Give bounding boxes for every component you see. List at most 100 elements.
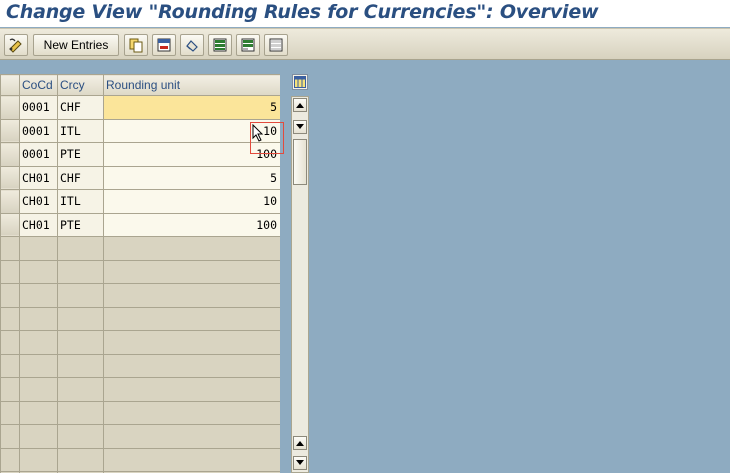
empty-row — [0, 353, 280, 378]
row-selector[interactable] — [0, 212, 20, 237]
empty-cell[interactable] — [103, 377, 280, 402]
arrow-up-icon — [296, 441, 304, 446]
rounding-unit-input[interactable]: 5 — [103, 165, 280, 190]
title-bar: Change View "Rounding Rules for Currenci… — [0, 0, 730, 27]
page-title: Change View "Rounding Rules for Currenci… — [6, 1, 599, 23]
table-row: CH01 ITL 10 — [0, 189, 280, 214]
empty-cell[interactable] — [57, 400, 104, 425]
cell-cocd: CH01 — [19, 212, 58, 237]
scroll-page-down-button[interactable] — [293, 120, 307, 134]
empty-cell[interactable] — [103, 400, 280, 425]
vertical-scrollbar[interactable] — [291, 96, 309, 473]
empty-cell[interactable] — [19, 283, 58, 308]
empty-cell[interactable] — [57, 306, 104, 331]
delete-icon — [157, 38, 171, 52]
table-row: 0001 ITL 10 — [0, 118, 280, 143]
display-change-icon — [9, 38, 22, 53]
mouse-cursor-highlight — [250, 122, 284, 154]
column-header-cocd[interactable]: CoCd — [19, 74, 58, 96]
new-entries-label: New Entries — [43, 38, 109, 52]
empty-cell[interactable] — [103, 259, 280, 284]
empty-cell[interactable] — [103, 447, 280, 472]
empty-cell[interactable] — [19, 447, 58, 472]
empty-cell[interactable] — [57, 259, 104, 284]
row-selector[interactable] — [0, 424, 20, 449]
empty-cell[interactable] — [57, 283, 104, 308]
empty-cell[interactable] — [103, 283, 280, 308]
empty-row — [0, 424, 280, 449]
empty-cell[interactable] — [19, 400, 58, 425]
cell-crcy: PTE — [57, 212, 104, 237]
empty-cell[interactable] — [19, 330, 58, 355]
scroll-up-button[interactable] — [293, 98, 307, 112]
table-header-row: CoCd Crcy Rounding unit — [0, 74, 280, 96]
cell-crcy: ITL — [57, 118, 104, 143]
delete-button[interactable] — [152, 34, 176, 56]
table-settings-button[interactable] — [292, 74, 308, 90]
row-selector[interactable] — [0, 330, 20, 355]
row-selector[interactable] — [0, 95, 20, 120]
empty-cell[interactable] — [103, 306, 280, 331]
application-toolbar: New Entries — [0, 28, 730, 60]
rounding-unit-input[interactable]: 100 — [103, 212, 280, 237]
empty-row — [0, 377, 280, 402]
column-header-rounding-unit[interactable]: Rounding unit — [103, 74, 280, 96]
scrollbar-thumb[interactable] — [293, 139, 307, 185]
cell-cocd: CH01 — [19, 189, 58, 214]
row-selector[interactable] — [0, 306, 20, 331]
rounding-rules-table: CoCd Crcy Rounding unit 0001 CHF 5 0001 … — [0, 74, 280, 473]
row-selector[interactable] — [0, 189, 20, 214]
empty-cell[interactable] — [57, 330, 104, 355]
row-selector[interactable] — [0, 118, 20, 143]
empty-row — [0, 283, 280, 308]
rounding-unit-input[interactable]: 5 — [103, 95, 280, 120]
empty-cell[interactable] — [19, 424, 58, 449]
table-row: CH01 CHF 5 — [0, 165, 280, 190]
row-selector[interactable] — [0, 165, 20, 190]
select-block-button[interactable] — [236, 34, 260, 56]
row-selector[interactable] — [0, 353, 20, 378]
row-selector[interactable] — [0, 447, 20, 472]
table-settings-icon — [294, 76, 306, 88]
row-selector[interactable] — [0, 142, 20, 167]
empty-row — [0, 306, 280, 331]
undo-button[interactable] — [180, 34, 204, 56]
arrow-up-icon — [296, 103, 304, 108]
arrow-down-icon — [296, 460, 304, 465]
scroll-down-button[interactable] — [293, 456, 307, 470]
copy-button[interactable] — [124, 34, 148, 56]
column-header-crcy[interactable]: Crcy — [57, 74, 104, 96]
empty-row — [0, 447, 280, 472]
empty-cell[interactable] — [19, 236, 58, 261]
select-all-button[interactable] — [208, 34, 232, 56]
empty-row — [0, 400, 280, 425]
empty-cell[interactable] — [103, 424, 280, 449]
empty-cell[interactable] — [57, 424, 104, 449]
empty-cell[interactable] — [103, 353, 280, 378]
row-selector[interactable] — [0, 259, 20, 284]
copy-icon — [129, 38, 143, 53]
table-row: 0001 PTE 100 — [0, 142, 280, 167]
cell-cocd: 0001 — [19, 118, 58, 143]
scroll-page-up-button[interactable] — [293, 436, 307, 450]
row-selector[interactable] — [0, 283, 20, 308]
select-all-rows-header[interactable] — [0, 74, 20, 96]
empty-cell[interactable] — [19, 259, 58, 284]
row-selector[interactable] — [0, 236, 20, 261]
empty-cell[interactable] — [57, 447, 104, 472]
deselect-all-button[interactable] — [264, 34, 288, 56]
empty-cell[interactable] — [19, 353, 58, 378]
empty-cell[interactable] — [103, 236, 280, 261]
row-selector[interactable] — [0, 377, 20, 402]
empty-cell[interactable] — [19, 306, 58, 331]
empty-cell[interactable] — [103, 330, 280, 355]
row-selector[interactable] — [0, 400, 20, 425]
empty-cell[interactable] — [19, 377, 58, 402]
empty-cell[interactable] — [57, 377, 104, 402]
empty-cell[interactable] — [57, 353, 104, 378]
empty-cell[interactable] — [57, 236, 104, 261]
display-change-button[interactable] — [4, 34, 28, 56]
arrow-down-icon — [296, 124, 304, 129]
new-entries-button[interactable]: New Entries — [33, 34, 119, 56]
rounding-unit-input[interactable]: 10 — [103, 189, 280, 214]
